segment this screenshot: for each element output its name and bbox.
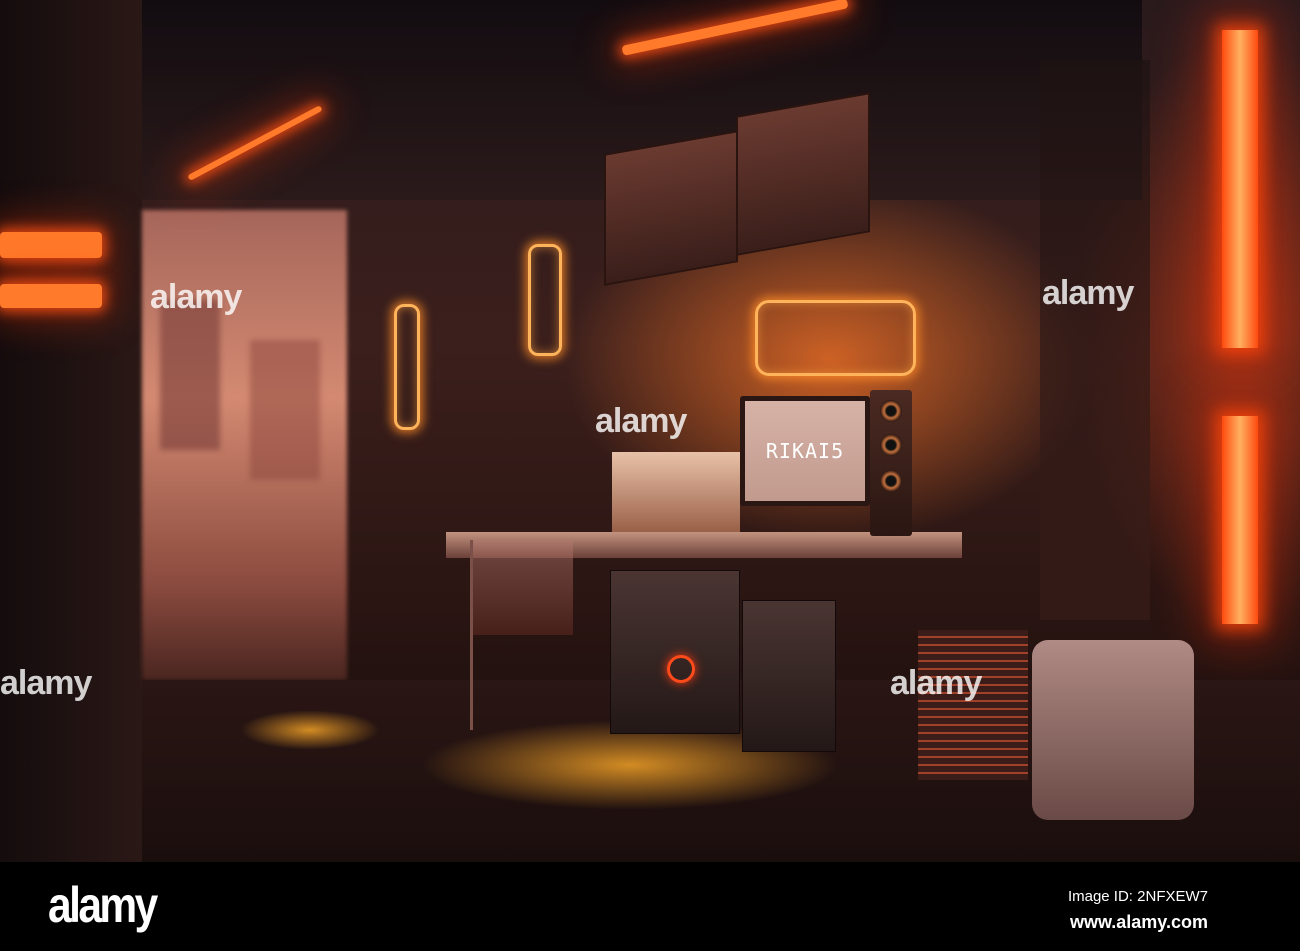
background-building [160,300,220,450]
alamy-logo: alamy [48,877,158,933]
chair [470,540,573,730]
watermark: alamy [1042,274,1134,312]
speaker [870,390,912,536]
watermark: alamy [890,664,982,702]
footer-bar: alamy Image ID: 2NFXEW7 www.alamy.com [0,862,1300,951]
cyberpunk-room-scene: RIKAI5 alamy alamy alamy alamy alamy [0,0,1300,862]
wall-cabinet [736,92,870,256]
stock-photo: RIKAI5 alamy alamy alamy alamy alamy ala… [0,0,1300,951]
watermark: alamy [595,402,687,440]
monitor-screen-text: RIKAI5 [745,401,865,501]
left-wall [0,0,142,862]
neon-bar-left-upper [0,232,102,258]
desk-equipment [612,452,740,532]
neon-tube-right-upper [1222,30,1258,348]
power-ring-icon [667,655,695,683]
neon-tube-right-lower [1222,416,1258,624]
pc-unit [742,600,836,752]
monitor: RIKAI5 [740,396,870,506]
canister [1032,640,1194,820]
image-id: Image ID: 2NFXEW7 [1067,888,1208,905]
watermark: alamy [150,278,242,316]
wall-cabinet [604,130,738,286]
waste-basket [918,630,1028,780]
pc-tower [610,570,740,734]
neon-bar-left-lower [0,284,102,308]
wall-neon-light [394,304,420,430]
watermark: alamy [0,664,92,702]
wire-rack [1040,60,1150,620]
neon-sign-panel [755,300,916,376]
background-building [250,340,320,480]
floor-reflection [240,710,380,750]
website-link[interactable]: www.alamy.com [1070,912,1208,933]
wall-neon-light [528,244,562,356]
